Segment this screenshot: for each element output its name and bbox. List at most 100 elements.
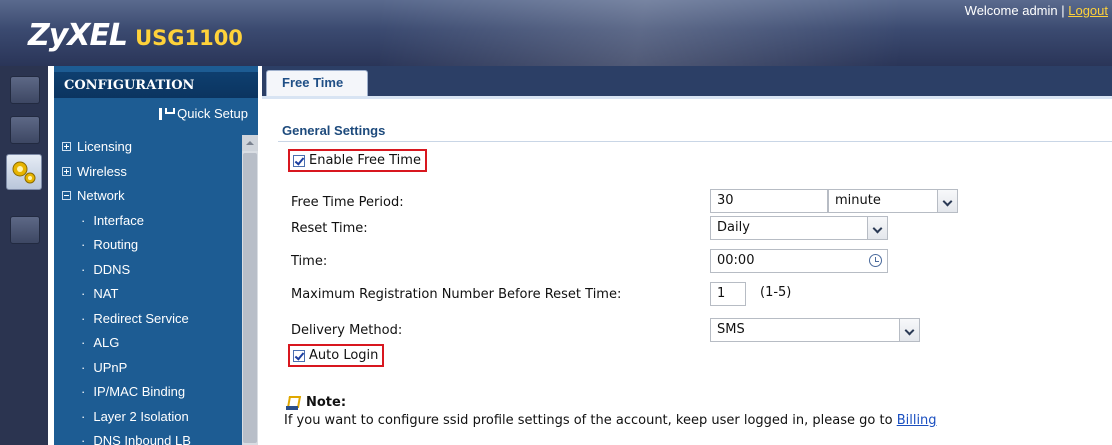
sidebar-scrollbar[interactable] [242,135,258,445]
sidebar-item-label: DDNS [93,261,131,277]
reset-time-value: Daily [717,220,750,235]
section-title: General Settings [282,123,386,138]
sidebar-item-routing[interactable]: · Routing [54,233,242,258]
sidebar: CONFIGURATION Quick Setup Licensing Wire… [54,66,258,445]
free-time-unit-select[interactable]: minute [828,189,958,213]
monitor-icon[interactable] [10,116,40,144]
bullet-icon: · [81,335,86,350]
wizard-icon [158,107,176,120]
max-registration-label: Maximum Registration Number Before Reset… [291,287,622,302]
time-input[interactable]: 00:00 [710,249,888,273]
tab-bar: Free Time [262,66,1112,96]
app-header: ZyXEL USG1100 Welcome admin | Logout [0,0,1112,66]
sidebar-item-alg[interactable]: · ALG [54,331,242,356]
sidebar-item-interface[interactable]: · Interface [54,209,242,234]
configuration-gears-icon[interactable] [6,154,42,190]
sidebar-item-label: Layer 2 Isolation [93,408,189,424]
sidebar-item-label: Routing [93,237,139,252]
collapse-icon [62,191,71,201]
sidebar-item-licensing[interactable]: Licensing [54,135,242,160]
note-icon [286,396,300,410]
reset-time-label: Reset Time: [291,221,368,236]
enable-free-time-label: Enable Free Time [309,153,421,168]
sidebar-item-label: Redirect Service [93,310,189,326]
logo: ZyXEL USG1100 [28,18,243,53]
sidebar-item-label: IP/MAC Binding [93,384,186,399]
max-registration-hint: (1-5) [760,285,792,300]
expand-icon [62,166,71,176]
free-time-period-input[interactable]: 30 [710,189,828,213]
auto-login-checkbox[interactable] [293,349,305,362]
welcome-bar: Welcome admin | Logout [965,3,1108,18]
sidebar-item-network[interactable]: Network [54,184,242,209]
sidebar-item-layer2-isolation[interactable]: · Layer 2 Isolation [54,405,242,430]
bullet-icon: · [81,310,86,326]
chevron-down-icon [937,190,957,212]
bullet-icon: · [81,261,86,277]
chevron-down-icon [867,217,887,239]
scroll-up-icon[interactable] [242,135,258,151]
sidebar-item-redirect-service[interactable]: · Redirect Service [54,307,242,332]
sidebar-item-ddns[interactable]: · DDNS [54,258,242,283]
note-title: Note: [286,395,346,410]
time-label: Time: [291,254,328,269]
sidebar-item-label: NAT [93,286,119,301]
billing-link[interactable]: Billing [897,413,937,428]
sidebar-item-label: ALG [93,335,120,350]
enable-free-time-checkbox[interactable] [293,154,305,167]
sidebar-item-label: Licensing [77,139,132,154]
header-sheen [380,0,900,66]
note-body: If you want to configure ssid profile se… [284,413,893,428]
sidebar-item-label: Wireless [77,163,127,179]
tab-free-time[interactable]: Free Time [266,70,368,96]
logout-link[interactable]: Logout [1068,3,1108,18]
status-icon[interactable] [10,76,40,104]
bullet-icon: · [81,359,86,375]
gears-icon [12,161,36,184]
note-text: If you want to configure ssid profile se… [284,413,937,428]
sidebar-item-wireless[interactable]: Wireless [54,160,242,185]
quick-setup-label: Quick Setup [177,106,248,121]
sidebar-item-upnp[interactable]: · UPnP [54,356,242,381]
welcome-text: Welcome admin | [964,3,1065,18]
bullet-icon: · [81,384,86,399]
sidebar-header: CONFIGURATION [54,72,258,98]
logo-brand: ZyXEL [28,18,128,53]
logo-model: USG1100 [135,26,243,50]
reset-time-select[interactable]: Daily [710,216,888,240]
maintenance-icon[interactable] [10,216,40,244]
bullet-icon: · [81,212,86,228]
icon-strip [0,66,48,445]
note-title-text: Note: [306,395,347,410]
auto-login-row: Auto Login [288,344,385,367]
section-divider [278,141,1112,142]
max-registration-input[interactable]: 1 [710,282,746,306]
enable-free-time-row: Enable Free Time [288,149,427,172]
sidebar-item-nat[interactable]: · NAT [54,282,242,307]
sidebar-item-ip-mac-binding[interactable]: · IP/MAC Binding [54,380,242,405]
clock-icon[interactable] [865,250,887,272]
delivery-method-value: SMS [717,322,745,337]
sidebar-item-label: Interface [93,212,144,228]
sidebar-title: CONFIGURATION [64,78,195,93]
bullet-icon: · [81,408,86,424]
tab-label: Free Time [282,75,344,90]
main-content: General Settings Enable Free Time Free T… [262,99,1112,445]
free-time-unit-value: minute [835,193,881,208]
quick-setup-button[interactable]: Quick Setup [158,106,248,121]
delivery-method-label: Delivery Method: [291,323,403,338]
sidebar-item-label: UPnP [93,359,128,375]
bullet-icon: · [81,286,86,301]
sidebar-nav: Licensing Wireless Network · Interface · R… [54,135,242,445]
sidebar-item-label: Network [77,188,125,203]
bullet-icon: · [81,237,86,252]
expand-icon [62,142,71,152]
sidebar-item-dns-inbound-lb[interactable]: · DNS Inbound LB [54,429,242,445]
free-time-period-label: Free Time Period: [291,195,404,210]
delivery-method-select[interactable]: SMS [710,318,920,342]
auto-login-label: Auto Login [309,348,379,363]
scroll-thumb[interactable] [243,153,257,443]
chevron-down-icon [899,319,919,341]
bullet-icon: · [81,433,86,445]
sidebar-item-label: DNS Inbound LB [93,433,191,445]
